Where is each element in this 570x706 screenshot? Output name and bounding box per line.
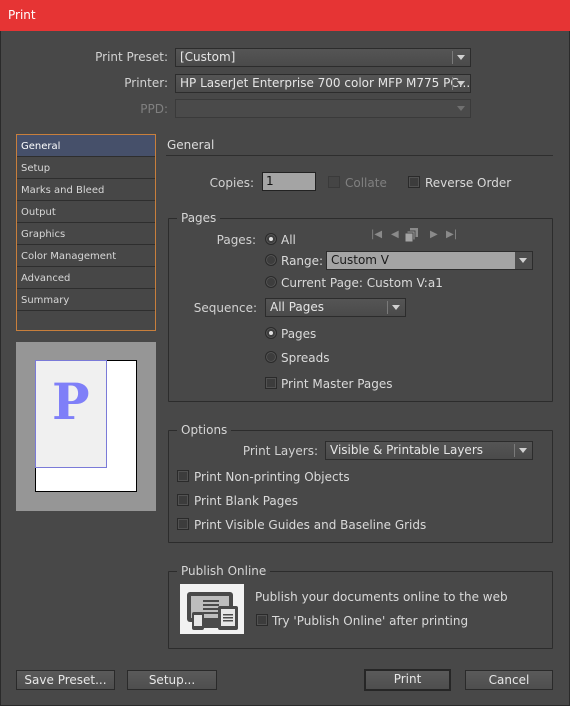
print-master-pages-checkbox[interactable] bbox=[265, 377, 277, 389]
chevron-down-icon bbox=[457, 55, 465, 60]
layout-pages-label: Pages bbox=[281, 327, 317, 341]
cancel-button[interactable]: Cancel bbox=[465, 670, 553, 690]
printer-dropdown[interactable]: HP LaserJet Enterprise 700 color MFP M77… bbox=[175, 74, 471, 93]
setup-button[interactable]: Setup... bbox=[127, 670, 217, 690]
sidebar-item-setup[interactable]: Setup bbox=[17, 157, 155, 179]
print-layers-label: Print Layers: bbox=[242, 444, 318, 458]
ppd-dropdown bbox=[175, 99, 471, 118]
chevron-down-icon bbox=[519, 258, 527, 263]
reverse-order-checkbox[interactable] bbox=[408, 176, 420, 188]
print-button[interactable]: Print bbox=[364, 669, 451, 691]
sidebar-item-summary[interactable]: Summary bbox=[17, 289, 155, 311]
collate-label: Collate bbox=[345, 176, 387, 190]
pages-icon bbox=[404, 228, 419, 245]
print-guides-grids-label: Print Visible Guides and Baseline Grids bbox=[194, 518, 427, 532]
print-layers-value: Visible & Printable Layers bbox=[330, 443, 483, 457]
pages-current-radio[interactable] bbox=[265, 276, 277, 288]
pages-all-label: All bbox=[281, 233, 296, 247]
pages-all-radio[interactable] bbox=[265, 233, 277, 245]
sequence-value: All Pages bbox=[270, 300, 324, 314]
chevron-down-icon bbox=[519, 448, 527, 453]
section-divider bbox=[166, 155, 553, 156]
reverse-order-label: Reverse Order bbox=[425, 176, 512, 190]
options-group-title: Options bbox=[177, 423, 232, 437]
print-blank-pages-checkbox[interactable] bbox=[177, 494, 189, 506]
try-publish-online-checkbox[interactable] bbox=[256, 614, 268, 626]
copies-input[interactable]: 1 bbox=[262, 172, 316, 191]
pages-range-label: Range: bbox=[281, 254, 324, 268]
sidebar-item-general[interactable]: General bbox=[17, 135, 155, 157]
print-layers-dropdown[interactable]: Visible & Printable Layers bbox=[325, 441, 533, 460]
dropdown-separator bbox=[452, 51, 453, 64]
print-preset-dropdown[interactable]: [Custom] bbox=[175, 48, 471, 67]
print-guides-grids-checkbox[interactable] bbox=[177, 518, 189, 530]
window-title: Print bbox=[8, 8, 36, 22]
collate-checkbox bbox=[328, 176, 340, 188]
last-page-icon[interactable]: ▶| bbox=[446, 229, 457, 240]
dropdown-separator bbox=[514, 444, 515, 457]
sidebar-item-color-management[interactable]: Color Management bbox=[17, 245, 155, 267]
pages-label: Pages: bbox=[216, 233, 256, 247]
try-publish-online-label: Try 'Publish Online' after printing bbox=[272, 614, 469, 628]
previous-page-icon[interactable]: ◀ bbox=[391, 229, 399, 240]
sequence-label: Sequence: bbox=[193, 301, 257, 315]
copies-label: Copies: bbox=[209, 176, 254, 190]
preview-glyph: P bbox=[52, 372, 90, 431]
print-blank-pages-label: Print Blank Pages bbox=[194, 494, 299, 508]
dropdown-separator bbox=[452, 77, 453, 90]
publish-online-description: Publish your documents online to the web bbox=[255, 590, 508, 604]
chevron-down-icon bbox=[457, 81, 465, 86]
pages-range-radio[interactable] bbox=[265, 254, 277, 266]
sequence-dropdown[interactable]: All Pages bbox=[265, 298, 406, 317]
pages-group-title: Pages bbox=[177, 211, 221, 225]
ppd-label: PPD: bbox=[140, 102, 168, 116]
publish-online-title: Publish Online bbox=[177, 564, 271, 578]
print-master-pages-label: Print Master Pages bbox=[281, 377, 393, 391]
print-preset-label: Print Preset: bbox=[95, 50, 168, 64]
sidebar: General Setup Marks and Bleed Output Gra… bbox=[16, 134, 156, 331]
pages-current-label: Current Page: Custom V:a1 bbox=[281, 276, 443, 290]
save-preset-button[interactable]: Save Preset... bbox=[16, 670, 115, 690]
chevron-down-icon bbox=[392, 305, 400, 310]
layout-pages-radio[interactable] bbox=[265, 327, 277, 339]
print-non-printing-objects-checkbox[interactable] bbox=[177, 470, 189, 482]
printer-label: Printer: bbox=[124, 76, 168, 90]
layout-spreads-label: Spreads bbox=[281, 351, 330, 365]
sidebar-item-advanced[interactable]: Advanced bbox=[17, 267, 155, 289]
next-page-icon[interactable]: ▶ bbox=[430, 229, 438, 240]
first-page-icon[interactable]: |◀ bbox=[371, 229, 382, 240]
layout-spreads-radio[interactable] bbox=[265, 351, 277, 363]
publish-online-icon bbox=[180, 584, 244, 634]
title-bar: Print bbox=[0, 0, 570, 31]
print-non-printing-objects-label: Print Non-printing Objects bbox=[194, 470, 350, 484]
chevron-down-icon bbox=[457, 106, 465, 111]
print-preset-value: [Custom] bbox=[180, 50, 236, 64]
printer-value: HP LaserJet Enterprise 700 color MFP M77… bbox=[180, 76, 471, 90]
sidebar-item-output[interactable]: Output bbox=[17, 201, 155, 223]
sidebar-item-graphics[interactable]: Graphics bbox=[17, 223, 155, 245]
sidebar-item-marks-and-bleed[interactable]: Marks and Bleed bbox=[17, 179, 155, 201]
range-value: Custom V bbox=[331, 253, 389, 267]
dropdown-separator bbox=[387, 301, 388, 314]
section-title: General bbox=[167, 138, 215, 152]
range-combobox[interactable]: Custom V bbox=[326, 251, 533, 270]
